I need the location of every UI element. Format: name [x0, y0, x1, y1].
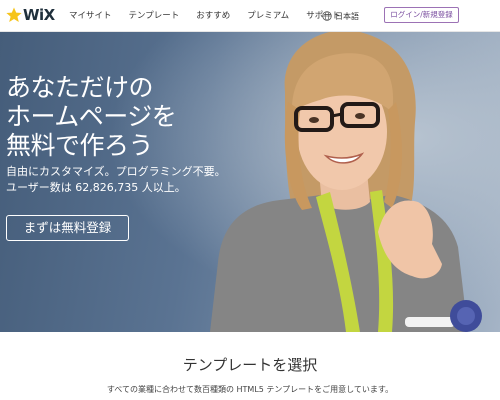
headline-line-3: 無料で作ろう [6, 131, 154, 160]
hero-subline: 自由にカスタマイズ。プログラミング不要。 ユーザー数は 62,826,735 人… [6, 164, 226, 196]
subline-line-1: 自由にカスタマイズ。プログラミング不要。 [6, 165, 226, 178]
section-description: すべての業種に合わせて数百種類の HTML5 テンプレートをご用意しています。 [106, 385, 394, 394]
nav-my-sites[interactable]: マイサイト [69, 0, 112, 32]
wix-logo[interactable]: WiX [6, 7, 55, 23]
headline-line-1: あなただけの [6, 73, 154, 102]
language-selector[interactable]: 日本語 [322, 0, 359, 32]
globe-icon [322, 11, 332, 21]
logo-text: WiX [23, 6, 55, 24]
subline-line-2: ユーザー数は 62,826,735 人以上。 [6, 181, 186, 194]
nav-premium[interactable]: プレミアム [247, 0, 289, 32]
top-header: WiX マイサイト テンプレート おすすめ プレミアム サポート 日本語 ログイ… [0, 0, 500, 32]
hero-headline: あなただけの ホームページを 無料で作ろう [6, 73, 177, 160]
nav-featured[interactable]: おすすめ [196, 0, 230, 32]
main-nav: マイサイト テンプレート おすすめ プレミアム サポート [69, 0, 357, 32]
wix-star-logo-icon [6, 7, 22, 22]
nav-templates[interactable]: テンプレート [129, 0, 180, 32]
language-label: 日本語 [335, 11, 359, 21]
login-signup-button[interactable]: ログイン/新規登録 [384, 7, 459, 23]
headline-line-2: ホームページを [6, 102, 177, 131]
section-title: テンプレートを選択 [182, 356, 318, 374]
hero-banner: あなただけの ホームページを 無料で作ろう 自由にカスタマイズ。プログラミング不… [0, 32, 500, 332]
free-signup-button[interactable]: まずは無料登録 [6, 215, 129, 241]
